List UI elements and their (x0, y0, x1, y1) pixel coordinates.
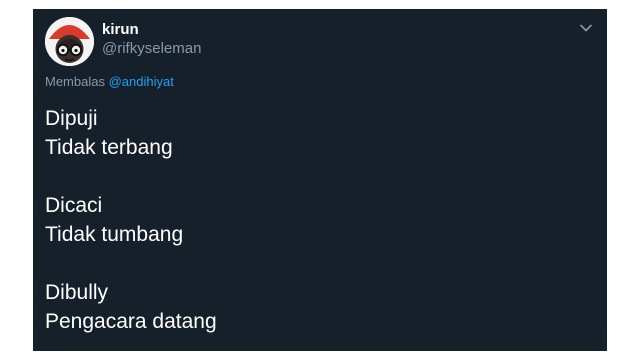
stanza-spacer (45, 249, 595, 278)
reply-context: Membalas @andihiyat (45, 73, 174, 91)
tweet-line: Dipuji (45, 107, 98, 130)
tweet-line: Tidak tumbang (45, 223, 184, 246)
tweet-line: Tidak terbang (45, 136, 173, 159)
avatar-illustration-icon (45, 17, 94, 66)
author-name[interactable]: kirun (102, 21, 139, 39)
stanza-spacer (45, 162, 595, 191)
reply-handle-link[interactable]: @andihiyat (109, 74, 174, 89)
chevron-down-icon[interactable] (579, 21, 593, 35)
tweet-text: Dipuji Tidak terbang Dicaci Tidak tumban… (45, 104, 595, 336)
tweet-card[interactable]: kirun @rifkyseleman Membalas @andihiyat … (33, 9, 607, 351)
reply-prefix: Membalas (45, 74, 105, 89)
author-handle[interactable]: @rifkyseleman (102, 40, 201, 58)
avatar[interactable] (45, 17, 94, 66)
tweet-line: Dibully (45, 281, 109, 304)
tweet-line: Pengacara datang (45, 310, 217, 333)
tweet-line: Dicaci (45, 194, 103, 217)
